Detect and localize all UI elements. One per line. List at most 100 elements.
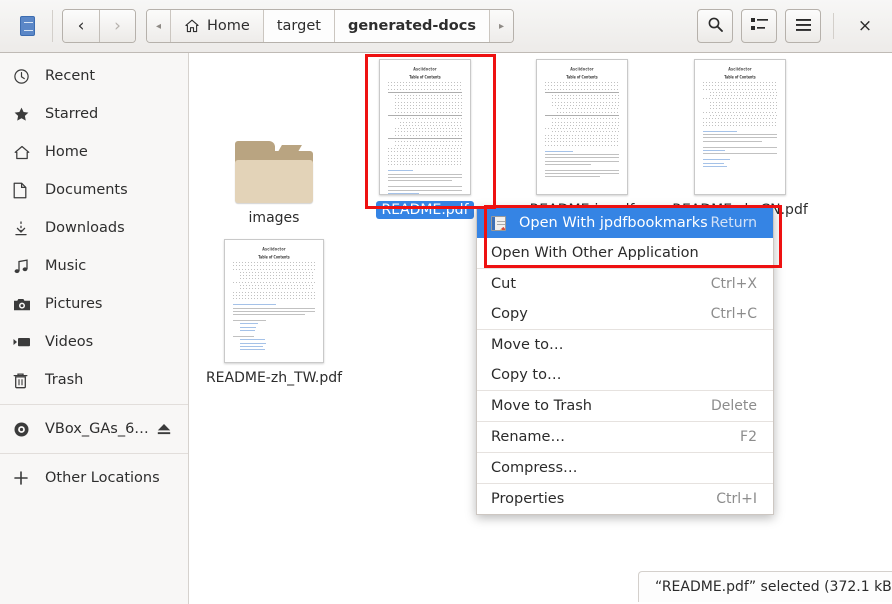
sidebar-item-label: Downloads bbox=[45, 220, 125, 236]
sidebar-item-starred[interactable]: Starred bbox=[0, 95, 188, 133]
search-button[interactable] bbox=[697, 9, 733, 43]
plus-icon bbox=[13, 470, 35, 486]
music-note-icon bbox=[13, 258, 35, 275]
pdf-toc-label: Table of Contents bbox=[409, 74, 441, 80]
eject-icon[interactable] bbox=[156, 422, 172, 436]
sidebar-item-documents[interactable]: Documents bbox=[0, 171, 188, 209]
search-icon bbox=[707, 16, 724, 37]
back-arrow-icon: ‹ bbox=[77, 16, 85, 36]
menu-item-compress[interactable]: Compress… bbox=[477, 453, 773, 483]
menu-item-copy-to[interactable]: Copy to… bbox=[477, 360, 773, 390]
menu-item-accelerator: Delete bbox=[711, 398, 757, 414]
menu-item-label: Rename… bbox=[491, 429, 565, 445]
breadcrumb-scroll-right[interactable]: ▸ bbox=[490, 10, 514, 42]
status-bar: “README.pdf” selected (372.1 kB) bbox=[638, 571, 892, 602]
back-button[interactable]: ‹ bbox=[63, 10, 99, 42]
sidebar-item-label: Music bbox=[45, 258, 87, 274]
menu-item-move-to-trash[interactable]: Move to Trash Delete bbox=[477, 391, 773, 421]
thumbnail: Asciidoctor Table of Contents bbox=[194, 223, 354, 363]
chevron-right-icon: ▸ bbox=[499, 20, 505, 32]
menu-item-properties[interactable]: Properties Ctrl+I bbox=[477, 484, 773, 514]
menu-item-label: Open With jpdfbookmarks bbox=[519, 215, 708, 231]
close-button[interactable]: × bbox=[848, 9, 882, 43]
sidebar-item-music[interactable]: Music bbox=[0, 247, 188, 285]
home-icon bbox=[184, 18, 200, 34]
menu-item-label: Properties bbox=[491, 491, 565, 507]
breadcrumb-item-target[interactable]: target bbox=[263, 10, 335, 42]
forward-arrow-icon: › bbox=[114, 16, 121, 36]
home-icon bbox=[13, 144, 35, 161]
star-icon bbox=[13, 106, 35, 123]
menu-item-accelerator: Ctrl+I bbox=[716, 491, 757, 507]
sidebar-item-label: Documents bbox=[45, 182, 128, 198]
download-icon bbox=[13, 220, 35, 237]
divider bbox=[833, 13, 834, 39]
sidebar-item-label: Home bbox=[45, 144, 88, 160]
pdf-doc-title: Asciidoctor bbox=[262, 246, 286, 252]
sidebar-item-label: Other Locations bbox=[45, 470, 160, 486]
view-toggle-button[interactable] bbox=[741, 9, 777, 43]
pdf-toc-label: Table of Contents bbox=[724, 74, 756, 80]
sidebar-item-label: Trash bbox=[45, 372, 84, 388]
disc-icon bbox=[13, 421, 35, 438]
thumbnail: Asciidoctor Table of Contents bbox=[660, 55, 820, 195]
menu-item-copy[interactable]: Copy Ctrl+C bbox=[477, 299, 773, 329]
list-view-icon bbox=[750, 17, 768, 36]
menu-item-open-with-jpdfbookmarks[interactable]: Open With jpdfbookmarks Return bbox=[477, 208, 773, 238]
breadcrumb-item-generated-docs[interactable]: generated-docs bbox=[334, 10, 490, 42]
sidebar-divider bbox=[0, 404, 188, 405]
clock-icon bbox=[13, 68, 35, 85]
menu-item-accelerator: Return bbox=[710, 215, 757, 231]
file-item-readme-pdf[interactable]: Asciidoctor Table of Contents README.pdf bbox=[345, 55, 505, 219]
forward-button[interactable]: › bbox=[99, 10, 135, 42]
file-item-readme-jp-pdf[interactable]: Asciidoctor Table of Contents bbox=[502, 55, 662, 219]
menu-item-cut[interactable]: Cut Ctrl+X bbox=[477, 269, 773, 299]
sidebar-item-videos[interactable]: Videos bbox=[0, 323, 188, 361]
file-item-images[interactable]: images bbox=[194, 63, 354, 227]
thumbnail: Asciidoctor Table of Contents bbox=[502, 55, 662, 195]
menu-item-open-with-other-application[interactable]: Open With Other Application bbox=[477, 238, 773, 268]
sidebar-divider bbox=[0, 453, 188, 454]
folder-icon bbox=[235, 141, 313, 203]
menu-item-accelerator: Ctrl+C bbox=[710, 306, 757, 322]
divider bbox=[52, 10, 53, 42]
pdf-doc-title: Asciidoctor bbox=[728, 66, 752, 72]
thumbnail bbox=[194, 63, 354, 203]
main-menu-button[interactable] bbox=[785, 9, 821, 43]
menu-item-move-to[interactable]: Move to… bbox=[477, 330, 773, 360]
pdf-doc-title: Asciidoctor bbox=[570, 66, 594, 72]
sidebar-item-label: Videos bbox=[45, 334, 94, 350]
sidebar-item-pictures[interactable]: Pictures bbox=[0, 285, 188, 323]
menu-item-label: Compress… bbox=[491, 460, 578, 476]
breadcrumb-item-home[interactable]: Home bbox=[171, 10, 264, 42]
sidebar-item-label: Starred bbox=[45, 106, 99, 122]
pdf-toc-label: Table of Contents bbox=[566, 74, 598, 80]
thumbnail: Asciidoctor Table of Contents bbox=[345, 55, 505, 195]
context-menu: Open With jpdfbookmarks Return Open With… bbox=[476, 207, 774, 515]
sidebar-item-trash[interactable]: Trash bbox=[0, 361, 188, 399]
sidebar: Recent Starred Home Documents Downloads … bbox=[0, 53, 189, 604]
trash-icon bbox=[13, 372, 35, 389]
close-icon: × bbox=[857, 16, 873, 36]
pdf-page-thumbnail: Asciidoctor Table of Contents bbox=[694, 59, 786, 195]
sidebar-item-vbox-device[interactable]: VBox_GAs_6… bbox=[0, 410, 188, 448]
camera-icon bbox=[13, 297, 35, 312]
breadcrumb-label: target bbox=[276, 18, 321, 34]
sidebar-item-label: VBox_GAs_6… bbox=[45, 421, 149, 437]
breadcrumb-scroll-left[interactable]: ◂ bbox=[147, 10, 172, 42]
file-manager-window: ‹ › ◂ Home target generated-docs ▸ × Rec… bbox=[0, 0, 892, 604]
sidebar-item-recent[interactable]: Recent bbox=[0, 57, 188, 95]
sidebar-item-other-locations[interactable]: Other Locations bbox=[0, 459, 188, 497]
menu-item-rename[interactable]: Rename… F2 bbox=[477, 422, 773, 452]
chevron-left-icon: ◂ bbox=[156, 20, 162, 32]
pdf-page-thumbnail: Asciidoctor Table of Contents bbox=[224, 239, 324, 363]
file-item-readme-zh-cn-pdf[interactable]: Asciidoctor Table of Contents bbox=[660, 55, 820, 219]
file-item-readme-zh-tw-pdf[interactable]: Asciidoctor Table of Contents README-zh_… bbox=[194, 223, 354, 387]
pdf-toc-label: Table of Contents bbox=[258, 254, 290, 260]
sidebar-item-home[interactable]: Home bbox=[0, 133, 188, 171]
hamburger-menu-icon bbox=[795, 17, 812, 36]
breadcrumb-label: generated-docs bbox=[347, 18, 476, 34]
menu-item-label: Copy to… bbox=[491, 367, 562, 383]
header-actions: × bbox=[689, 9, 882, 43]
sidebar-item-downloads[interactable]: Downloads bbox=[0, 209, 188, 247]
